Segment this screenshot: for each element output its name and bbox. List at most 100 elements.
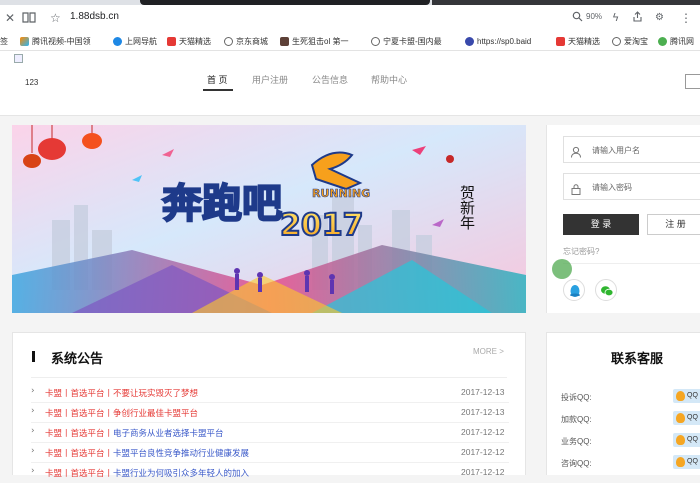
- nav-home[interactable]: 首 页: [207, 73, 228, 86]
- banner-subtitle: RUNNING: [312, 187, 370, 200]
- qq-login-button[interactable]: [563, 279, 585, 301]
- bookmark-label: 签: [0, 37, 8, 46]
- bookmark-item[interactable]: 上网导航: [113, 35, 157, 48]
- bookmark-label: https://sp0.baid: [477, 37, 532, 46]
- more-menu-icon[interactable]: ⋮: [680, 10, 692, 26]
- bookmark-label: 宁夏卡盟-国内最: [383, 37, 442, 46]
- announcement-title[interactable]: 卡盟丨首选平台丨卡盟行业为何吸引众多年轻人的加入: [45, 467, 249, 479]
- star-icon[interactable]: ☆: [50, 10, 61, 26]
- bookmark-item[interactable]: 腾讯网: [658, 35, 694, 48]
- bookmark-item[interactable]: 京东商城: [224, 35, 268, 48]
- banner-year: 2017: [280, 208, 364, 243]
- bookmark-label: 腾讯视频-中国领: [32, 37, 91, 46]
- announcement-date: 2017-12-12: [461, 427, 505, 437]
- address-bar-row: ✕ ☆ 1.88dsb.cn 90% ϟ ⚙ ⋮: [0, 5, 700, 31]
- chevron-right-icon: ›: [31, 386, 35, 396]
- settings-icon[interactable]: ⚙: [655, 10, 664, 26]
- contact-row: 加款QQ: QQ: [561, 411, 700, 427]
- contact-title: 联系客服: [611, 351, 664, 366]
- announcements-title: 系统公告: [51, 351, 104, 366]
- bookmark-item[interactable]: 爱淘宝: [612, 35, 648, 48]
- contact-row: 业务QQ: QQ: [561, 433, 700, 449]
- bookmark-item[interactable]: 天猫精选: [556, 35, 600, 48]
- bookmark-item[interactable]: 天猫精选: [167, 35, 211, 48]
- qq-contact-button[interactable]: QQ: [673, 455, 700, 469]
- zoom-icon[interactable]: [572, 10, 583, 26]
- announcement-row[interactable]: › 卡盟丨首选平台丨卡盟平台良性竞争推动行业健康发展 2017-12-12: [31, 443, 509, 463]
- contact-panel: 联系客服 投诉QQ: QQ 加款QQ: QQ 业务QQ: QQ 咨询QQ: QQ: [546, 332, 700, 475]
- announcement-title[interactable]: 卡盟丨首选平台丨电子商务从业者选择卡盟平台: [45, 427, 224, 439]
- announcement-title[interactable]: 卡盟丨首选平台丨不要让玩实毁灭了梦想: [45, 387, 198, 399]
- bookmark-label: 天猫精选: [568, 37, 600, 46]
- nav-register[interactable]: 用户注册: [252, 73, 288, 86]
- contact-label: 加款QQ:: [561, 415, 592, 424]
- divider: [563, 263, 700, 264]
- qq-contact-button[interactable]: QQ: [673, 411, 700, 425]
- announcement-date: 2017-12-13: [461, 387, 505, 397]
- broken-image-icon: [14, 54, 23, 63]
- more-link[interactable]: MORE >: [473, 347, 504, 356]
- nav-active-indicator: [203, 89, 233, 91]
- user-icon: [570, 143, 582, 158]
- header-menu-button[interactable]: [685, 74, 700, 89]
- paw-icon: [465, 37, 474, 46]
- announcement-title[interactable]: 卡盟丨首选平台丨卡盟平台良性竞争推动行业健康发展: [45, 447, 249, 459]
- announcement-row[interactable]: › 卡盟丨首选平台丨电子商务从业者选择卡盟平台 2017-12-12: [31, 423, 509, 443]
- lightning-icon[interactable]: ϟ: [612, 10, 619, 26]
- reading-mode-icon[interactable]: [22, 10, 36, 28]
- qq-contact-button[interactable]: QQ: [673, 433, 700, 447]
- tmall-icon: [556, 37, 565, 46]
- bookmark-item[interactable]: 生死狙击ol 第一: [280, 35, 348, 48]
- password-field[interactable]: 请输入密码: [563, 173, 700, 200]
- chevron-right-icon: ›: [31, 406, 35, 416]
- site-header: 123 首 页 用户注册 公告信息 帮助中心: [0, 51, 700, 116]
- globe-icon: [371, 37, 380, 46]
- announcement-date: 2017-12-12: [461, 447, 505, 457]
- url-text[interactable]: 1.88dsb.cn: [70, 11, 119, 22]
- wechat-login-button[interactable]: [595, 279, 617, 301]
- game-icon: [280, 37, 289, 46]
- announcement-date: 2017-12-12: [461, 467, 505, 477]
- globe-icon: [224, 37, 233, 46]
- share-icon[interactable]: [632, 10, 643, 26]
- section-marker: [32, 351, 35, 362]
- password-placeholder: 请输入密码: [592, 183, 632, 192]
- qq-contact-button[interactable]: QQ: [673, 389, 700, 403]
- qq-icon: [570, 285, 580, 297]
- bookmark-item[interactable]: 宁夏卡盟-国内最: [371, 35, 442, 48]
- chevron-right-icon: ›: [31, 446, 35, 456]
- nav-help[interactable]: 帮助中心: [371, 73, 407, 86]
- tmall-icon: [167, 37, 176, 46]
- bookmark-label: 天猫精选: [179, 37, 211, 46]
- announcement-title[interactable]: 卡盟丨首选平台丨争创行业最佳卡盟平台: [45, 407, 198, 419]
- announcement-row[interactable]: › 卡盟丨首选平台丨不要让玩实毁灭了梦想 2017-12-13: [31, 383, 509, 403]
- announcement-date: 2017-12-13: [461, 407, 505, 417]
- bookmark-label: 爱淘宝: [624, 37, 648, 46]
- globe-icon: [612, 37, 621, 46]
- divider: [31, 377, 507, 378]
- announcements-panel: 系统公告 MORE > › 卡盟丨首选平台丨不要让玩实毁灭了梦想 2017-12…: [12, 332, 526, 478]
- announcement-row[interactable]: › 卡盟丨首选平台丨卡盟行业为何吸引众多年轻人的加入 2017-12-12: [31, 463, 509, 483]
- bookmark-item[interactable]: 腾讯视频-中国领: [20, 35, 91, 48]
- cursor-highlight: [552, 259, 572, 279]
- bookmarks-bar: 签 腾讯视频-中国领 上网导航 天猫精选 京东商城 生死狙击ol 第一 宁夏卡盟…: [0, 31, 700, 51]
- nav-announcements[interactable]: 公告信息: [312, 73, 348, 86]
- ie-icon: [113, 37, 122, 46]
- announcement-row[interactable]: › 卡盟丨首选平台丨争创行业最佳卡盟平台 2017-12-13: [31, 403, 509, 423]
- site-logo-text[interactable]: 123: [25, 78, 38, 87]
- bookmark-label: 腾讯网: [670, 37, 694, 46]
- username-placeholder: 请输入用户名: [592, 146, 640, 155]
- bookmark-label: 生死狙击ol 第一: [292, 37, 349, 46]
- wechat-icon: [601, 286, 614, 297]
- login-button[interactable]: 登 录: [563, 214, 639, 235]
- bookmark-item[interactable]: https://sp0.baid: [465, 35, 531, 48]
- register-button[interactable]: 注 册: [647, 214, 700, 235]
- contact-label: 咨询QQ:: [561, 459, 592, 468]
- close-icon[interactable]: ✕: [5, 10, 15, 26]
- username-field[interactable]: 请输入用户名: [563, 136, 700, 163]
- bookmark-label: 上网导航: [125, 37, 157, 46]
- forgot-password-link[interactable]: 忘记密码?: [563, 246, 599, 257]
- hero-banner[interactable]: 奔跑吧 RUNNING 2017 贺新年: [12, 125, 526, 313]
- banner-artwork: 奔跑吧 RUNNING 2017 贺新年: [12, 125, 526, 313]
- bookmark-item[interactable]: 签: [0, 35, 8, 48]
